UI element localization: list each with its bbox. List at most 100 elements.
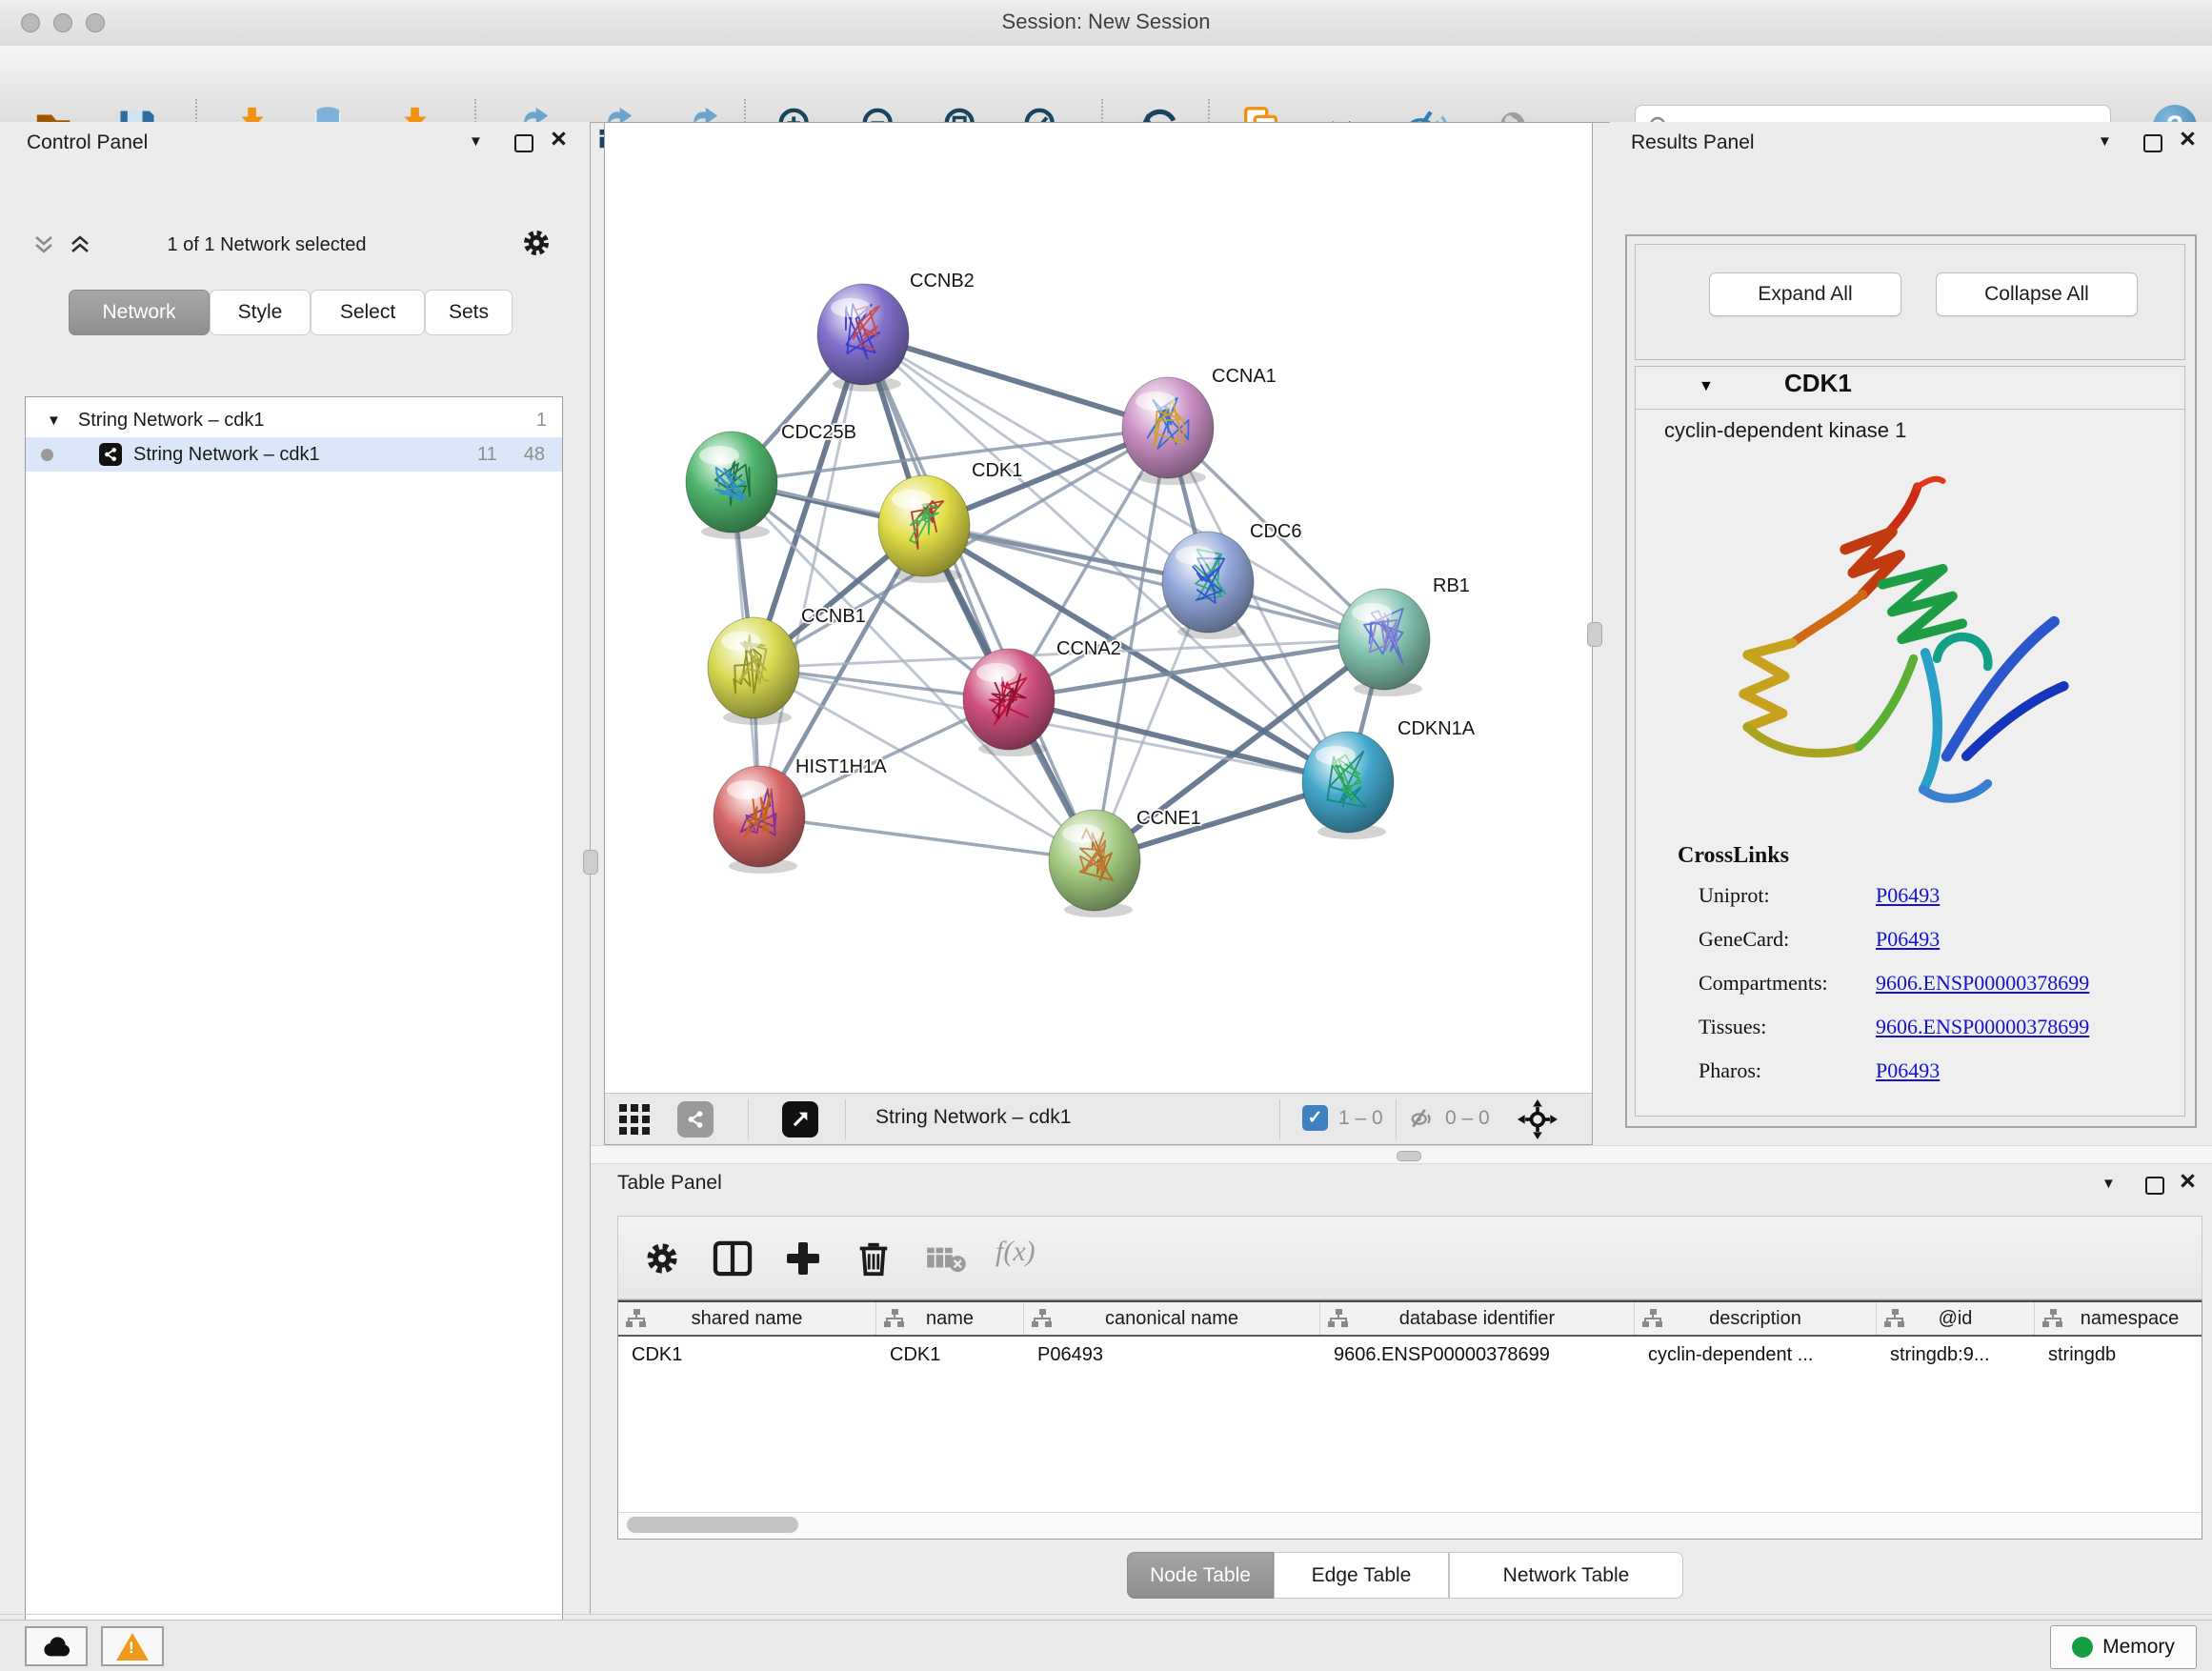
column-header--id[interactable]: @id — [1877, 1302, 2035, 1335]
cloud-status-button[interactable] — [25, 1626, 88, 1666]
network-node-CCNB2[interactable] — [817, 284, 909, 385]
show-columns-button[interactable] — [708, 1234, 757, 1283]
right-splitter-handle[interactable] — [1587, 622, 1602, 647]
table-panel-float-icon[interactable] — [2145, 1177, 2164, 1199]
crosslink-label: Tissues: — [1699, 1015, 1876, 1039]
network-edge[interactable] — [863, 334, 1168, 428]
function-builder-button[interactable]: f(x) — [995, 1236, 1036, 1268]
network-collection-row[interactable]: ▼ String Network – cdk1 1 — [26, 403, 562, 437]
crosslink-link[interactable]: P06493 — [1876, 1058, 1940, 1083]
tab-sets[interactable]: Sets — [425, 290, 513, 335]
network-edge-count: 48 — [524, 444, 545, 466]
gene-section: ▼ CDK1 cyclin-dependent kinase 1 — [1635, 366, 2185, 1117]
collection-expand-icon[interactable]: ▼ — [47, 413, 61, 429]
status-bar: Memory — [0, 1620, 2212, 1671]
crosslink-row: Compartments:9606.ENSP00000378699 — [1699, 971, 2175, 996]
warning-status-button[interactable] — [101, 1626, 164, 1666]
gene-collapse-icon[interactable]: ▼ — [1699, 378, 1714, 395]
table-row[interactable]: CDK1CDK1P064939606.ENSP00000378699cyclin… — [618, 1337, 2202, 1373]
table-cell[interactable]: cyclin-dependent ... — [1635, 1337, 1877, 1373]
network-node-CDC6[interactable] — [1162, 532, 1254, 633]
network-row[interactable]: String Network – cdk1 11 48 — [26, 437, 562, 472]
table-splitter-handle[interactable] — [1397, 1151, 1421, 1161]
fit-selected-button[interactable] — [1518, 1099, 1558, 1144]
scrollbar-thumb[interactable] — [627, 1517, 798, 1533]
results-panel: Results Panel ▼ × String Expand All Coll… — [1610, 122, 2212, 1145]
table-cell[interactable]: 9606.ENSP00000378699 — [1320, 1337, 1635, 1373]
table-cell[interactable]: P06493 — [1024, 1337, 1320, 1373]
column-header-database-identifier[interactable]: database identifier — [1320, 1302, 1635, 1335]
tab-network[interactable]: Network — [69, 290, 210, 335]
cloud-icon — [40, 1634, 72, 1659]
column-header-label: @id — [1939, 1308, 1973, 1330]
table-cell[interactable]: CDK1 — [618, 1337, 876, 1373]
column-header-name[interactable]: name — [876, 1302, 1024, 1335]
table-options-button[interactable] — [637, 1234, 687, 1283]
delete-table-button[interactable] — [921, 1234, 971, 1283]
column-header-namespace[interactable]: namespace — [2035, 1302, 2202, 1335]
expand-all-label: Expand All — [1758, 283, 1852, 306]
column-header-canonical-name[interactable]: canonical name — [1024, 1302, 1320, 1335]
collapse-all-button[interactable]: Collapse All — [1936, 272, 2138, 316]
birdseye-view-button[interactable] — [782, 1101, 818, 1137]
column-header-label: namespace — [2081, 1308, 2179, 1330]
crosslink-link[interactable]: 9606.ENSP00000378699 — [1876, 971, 2089, 996]
node-table: shared namenamecanonical namedatabase id… — [617, 1299, 2202, 1540]
tab-network-table[interactable]: Network Table — [1449, 1552, 1683, 1599]
create-column-button[interactable] — [778, 1234, 828, 1283]
control-panel-float-icon[interactable] — [514, 134, 533, 157]
network-canvas[interactable]: CCNB2CCNA1CDC25BCDK1CDC6RB1CCNB1CCNA2CDK… — [605, 123, 1592, 1093]
network-options-button[interactable] — [522, 229, 551, 262]
crosslink-link[interactable]: P06493 — [1876, 883, 1940, 908]
column-type-icon — [1642, 1309, 1663, 1328]
string-view-button[interactable] — [677, 1101, 714, 1137]
crosslink-link[interactable]: 9606.ENSP00000378699 — [1876, 1015, 2089, 1039]
crosslink-label: GeneCard: — [1699, 927, 1876, 952]
application-window: Session: New Session — [0, 0, 2212, 1671]
arrow-up-right-icon — [790, 1109, 811, 1130]
collection-count: 1 — [536, 410, 547, 432]
table-cell[interactable]: stringdb — [2035, 1337, 2202, 1373]
tab-style-label: Style — [238, 301, 283, 324]
results-panel-float-icon[interactable] — [2143, 134, 2162, 157]
table-cell[interactable]: stringdb:9... — [1877, 1337, 2035, 1373]
network-edge[interactable] — [759, 334, 863, 816]
delete-columns-button[interactable] — [849, 1234, 898, 1283]
results-panel-close-icon[interactable]: × — [2180, 130, 2196, 149]
window-title: Session: New Session — [0, 10, 2212, 34]
column-header-label: description — [1709, 1308, 1801, 1330]
tab-select[interactable]: Select — [311, 290, 425, 335]
crosslink-label: Compartments: — [1699, 971, 1876, 996]
tab-edge-table[interactable]: Edge Table — [1274, 1552, 1449, 1599]
crosslink-link[interactable]: P06493 — [1876, 927, 1940, 952]
horizontal-scrollbar[interactable] — [619, 1512, 2201, 1538]
table-panel-close-icon[interactable]: × — [2180, 1172, 2196, 1191]
network-tree: ▼ String Network – cdk1 1 String Network… — [25, 396, 563, 1671]
table-cell[interactable]: CDK1 — [876, 1337, 1024, 1373]
share-icon — [103, 447, 118, 462]
network-node-CCNB1[interactable] — [708, 617, 799, 718]
network-edge[interactable] — [863, 334, 1095, 860]
column-type-icon — [884, 1309, 905, 1328]
control-panel-close-icon[interactable]: × — [551, 130, 567, 149]
tab-style[interactable]: Style — [210, 290, 311, 335]
tab-edge-table-label: Edge Table — [1312, 1564, 1412, 1587]
selected-checkbox[interactable]: ✓ — [1302, 1105, 1328, 1131]
tab-node-table[interactable]: Node Table — [1127, 1552, 1274, 1599]
table-splitter[interactable] — [591, 1145, 2212, 1164]
control-panel-menu-icon[interactable]: ▼ — [469, 133, 483, 150]
memory-status-dot — [2072, 1637, 2093, 1658]
column-header-shared-name[interactable]: shared name — [618, 1302, 876, 1335]
table-panel-menu-icon[interactable]: ▼ — [2101, 1176, 2116, 1192]
network-node-HIST1H1A[interactable] — [714, 766, 805, 867]
hidden-toggle[interactable] — [1407, 1105, 1438, 1137]
left-splitter-handle[interactable] — [583, 850, 598, 875]
memory-button[interactable]: Memory — [2050, 1625, 2197, 1669]
crosslink-row: Pharos:P06493 — [1699, 1058, 2175, 1083]
column-header-description[interactable]: description — [1635, 1302, 1877, 1335]
expand-all-button[interactable]: Expand All — [1709, 272, 1901, 316]
crosslinks-heading: CrossLinks — [1678, 843, 1789, 869]
results-panel-menu-icon[interactable]: ▼ — [2098, 133, 2112, 150]
network-edge[interactable] — [759, 816, 1095, 860]
grid-mode-button[interactable] — [618, 1103, 651, 1140]
